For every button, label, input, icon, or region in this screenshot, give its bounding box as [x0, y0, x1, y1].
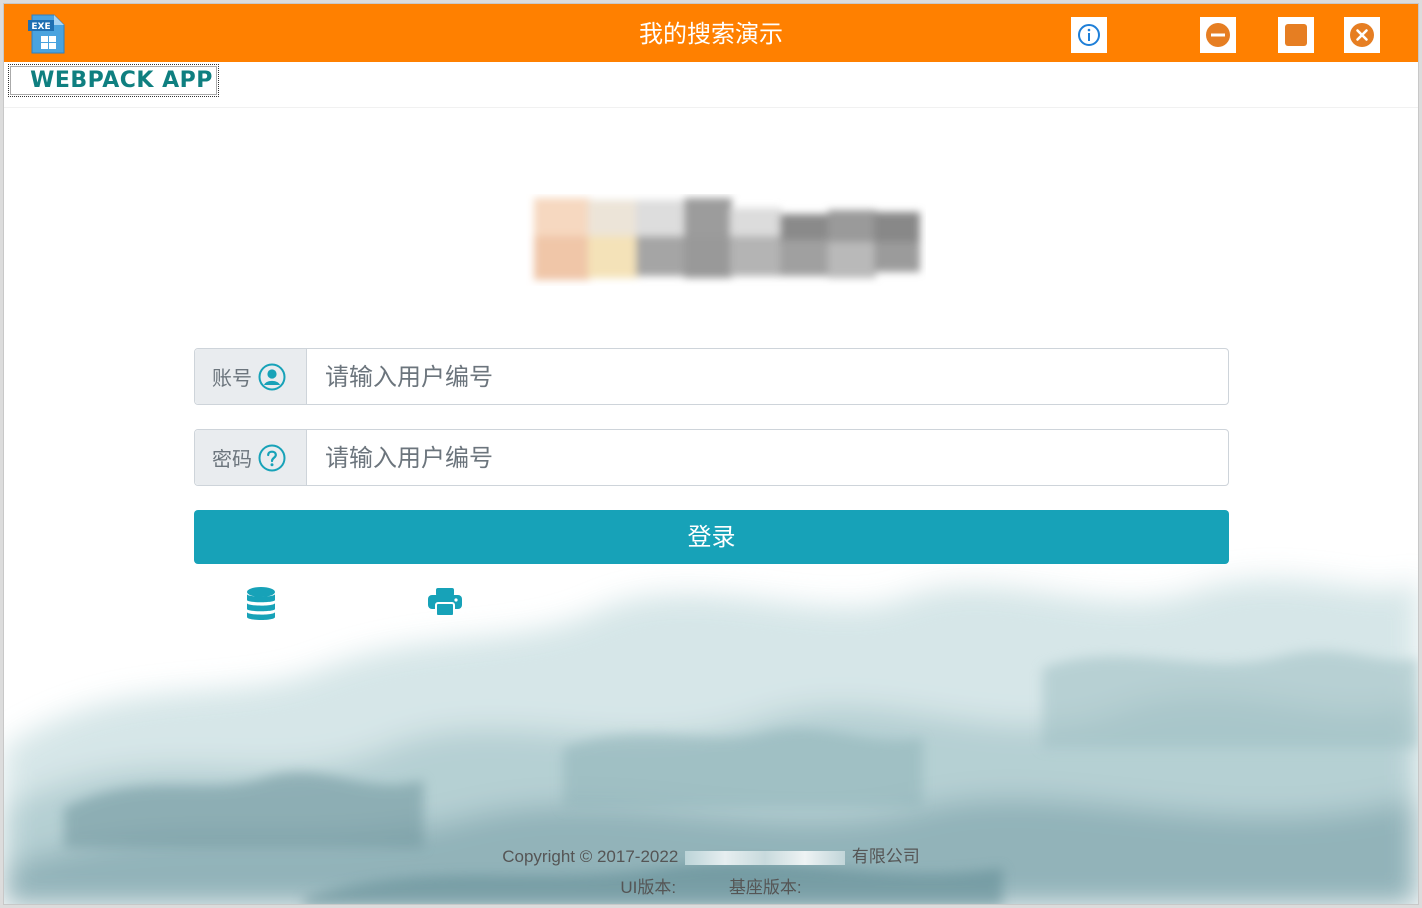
login-page: 账号 密码 登录 [4, 108, 1418, 904]
tab-bar: WEBPACK APP [4, 62, 1418, 108]
username-addon: 账号 [195, 349, 307, 404]
print-button[interactable] [424, 582, 466, 622]
ui-version-label: UI版本: [620, 878, 677, 897]
question-circle-icon [258, 444, 286, 471]
title-bar[interactable]: EXE 我的搜索演示 [4, 4, 1418, 62]
maximize-button[interactable] [1278, 17, 1314, 53]
minus-circle-icon [1206, 23, 1230, 47]
app-window: EXE 我的搜索演示 WEBPACK APP 账号 请输入用户编号 密码 登录 … [3, 3, 1419, 905]
tab-webpack-app[interactable]: WEBPACK APP [8, 64, 219, 97]
user-circle-icon [258, 363, 286, 390]
password-input[interactable] [307, 430, 1228, 485]
password-label: 密码 [212, 447, 252, 471]
login-button[interactable]: 登录 [194, 510, 1229, 564]
minimize-button[interactable] [1200, 17, 1236, 53]
copyright-text: Copyright © 2017-2022 有限公司 [4, 842, 1418, 867]
password-addon: 密码 [195, 430, 307, 485]
version-info: UI版本: 基座版本: [4, 873, 1418, 898]
info-button[interactable] [1071, 17, 1107, 53]
square-icon [1285, 24, 1307, 46]
username-field: 账号 [194, 348, 1229, 405]
close-circle-icon [1350, 23, 1374, 47]
redacted-company-name [685, 850, 846, 865]
username-input[interactable] [307, 349, 1228, 404]
info-icon [1078, 24, 1100, 46]
password-field: 密码 [194, 429, 1229, 486]
close-button[interactable] [1344, 17, 1380, 53]
company-logo [534, 198, 920, 280]
database-button[interactable] [230, 576, 292, 632]
copyright-suffix: 有限公司 [851, 847, 920, 866]
database-icon [247, 587, 275, 620]
username-label: 账号 [212, 366, 252, 390]
copyright-prefix: Copyright © 2017-2022 [502, 847, 679, 866]
base-version-label: 基座版本: [728, 878, 802, 897]
printer-icon [428, 588, 462, 617]
